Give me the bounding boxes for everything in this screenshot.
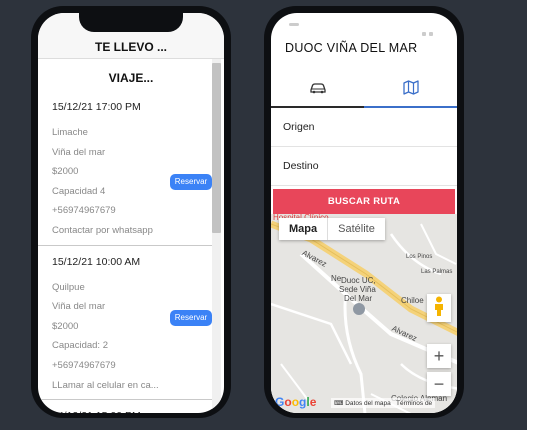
zoom-out-button[interactable]: − bbox=[427, 372, 451, 396]
map-view[interactable]: Mapa Satélite Hospital Clínico Alvarez N… bbox=[271, 214, 457, 413]
origin-field[interactable]: Origen bbox=[271, 109, 457, 147]
car-icon bbox=[309, 81, 327, 99]
trip-card: 14/12/21 15:00 PM bbox=[38, 400, 212, 413]
street-view-pegman[interactable] bbox=[427, 294, 451, 322]
map-type-map-button[interactable]: Mapa bbox=[279, 218, 327, 240]
map-icon bbox=[402, 79, 419, 100]
tab-car[interactable] bbox=[271, 72, 365, 108]
map-label-los-pinos: Los Pinos bbox=[406, 254, 433, 260]
trip-origin: Quilpue bbox=[52, 281, 85, 293]
screen-te-llevo: TE LLEVO ... VIAJE... 15/12/21 17:00 PM … bbox=[38, 13, 224, 413]
map-label-duoc: Duoc UC, bbox=[341, 276, 376, 285]
phone-notch bbox=[79, 13, 183, 32]
origin-label: Origen bbox=[283, 121, 315, 133]
tab-indicator bbox=[271, 106, 365, 108]
pegman-icon bbox=[433, 296, 445, 321]
trip-card: 15/12/21 17:00 PM Limache Viña del mar $… bbox=[38, 91, 212, 246]
section-title: VIAJE... bbox=[108, 71, 154, 85]
phone-frame-te-llevo: TE LLEVO ... VIAJE... 15/12/21 17:00 PM … bbox=[31, 6, 231, 418]
map-type-toggle: Mapa Satélite bbox=[279, 218, 385, 240]
screen-duoc: DUOC VIÑA DEL MAR Origen Destino BUSCAR … bbox=[271, 13, 457, 413]
phone-frame-duoc: DUOC VIÑA DEL MAR Origen Destino BUSCAR … bbox=[264, 6, 464, 418]
map-label-duoc-2: Sede Viña bbox=[339, 285, 376, 294]
right-edge-strip bbox=[527, 0, 534, 430]
attribution-data-link[interactable]: Datos del mapa bbox=[345, 400, 391, 407]
keyboard-icon: ⌨ bbox=[334, 400, 344, 407]
app-title: TE LLEVO ... bbox=[94, 40, 167, 54]
map-label-las-palmas: Las Palmas bbox=[421, 269, 453, 275]
tab-map[interactable] bbox=[364, 72, 457, 108]
trip-phone: +56974967679 bbox=[52, 359, 116, 371]
destination-label: Destino bbox=[283, 160, 319, 172]
map-label-ne: Ne bbox=[331, 274, 342, 283]
trip-card: 15/12/21 10:00 AM Quilpue Viña del mar $… bbox=[38, 246, 212, 401]
trip-list: VIAJE... 15/12/21 17:00 PM Limache Viña … bbox=[38, 59, 224, 413]
attribution-terms-link[interactable]: Términos de bbox=[396, 400, 432, 407]
trip-contact: LLamar al celular en ca... bbox=[52, 379, 159, 391]
trip-capacity: Capacidad: 2 bbox=[52, 340, 108, 352]
status-indicator bbox=[289, 23, 299, 26]
reserve-button[interactable]: Reservar bbox=[170, 174, 212, 190]
trip-date: 15/12/21 10:00 AM bbox=[52, 255, 141, 268]
map-type-satellite-button[interactable]: Satélite bbox=[327, 218, 385, 240]
destination-field[interactable]: Destino bbox=[271, 148, 457, 186]
map-attribution: ⌨ Datos del mapa Términos de bbox=[331, 398, 436, 408]
zoom-in-button[interactable]: + bbox=[427, 344, 451, 368]
trip-phone: +56974967679 bbox=[52, 205, 116, 217]
google-logo: Google bbox=[275, 395, 317, 409]
status-icons bbox=[419, 23, 439, 36]
reserve-button[interactable]: Reservar bbox=[170, 309, 212, 326]
map-label-chiloe: Chiloe bbox=[401, 296, 424, 305]
app-title: DUOC VIÑA DEL MAR bbox=[285, 41, 418, 55]
trip-destination: Viña del mar bbox=[52, 146, 106, 158]
trip-date: 14/12/21 15:00 PM bbox=[52, 404, 200, 413]
search-route-button[interactable]: BUSCAR RUTA bbox=[273, 189, 455, 214]
map-label-duoc-3: Del Mar bbox=[344, 294, 373, 303]
trip-date: 15/12/21 17:00 PM bbox=[52, 101, 141, 113]
trip-origin: Limache bbox=[52, 127, 88, 138]
trip-contact: Contactar por whatsapp bbox=[52, 224, 153, 236]
tab-bar bbox=[271, 72, 457, 108]
